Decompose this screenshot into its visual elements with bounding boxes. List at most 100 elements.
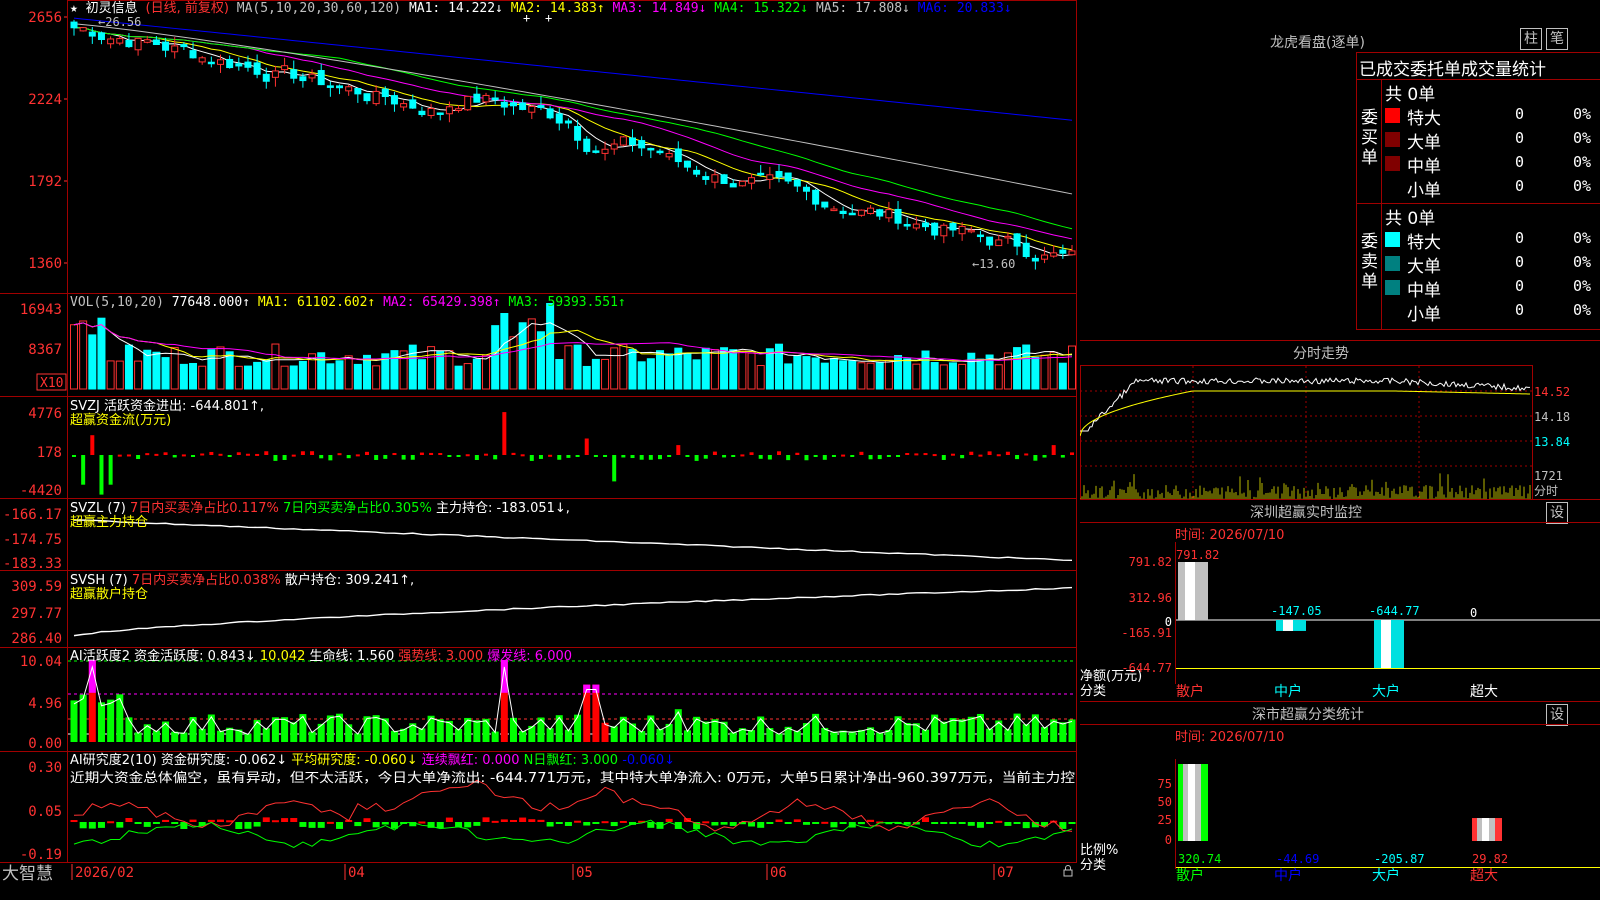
flow-bar [877,455,882,460]
flow-bar [163,452,168,455]
research-bar [702,821,710,824]
volume-bar [509,336,518,390]
candle-body [189,50,197,59]
volume-bar [390,350,399,390]
candle-body [1041,254,1049,260]
research-bars[interactable] [70,817,1076,830]
research-bar [583,822,591,826]
order-row: 小单 0 0% [1385,176,1599,201]
price-ticks [64,16,67,264]
activity-bar [363,716,371,742]
lock-icon[interactable] [1063,865,1073,877]
price-tick: 2224 [28,92,62,108]
volume-bar [335,360,344,390]
flow-bar [90,435,95,455]
sz-stat-panel[interactable]: 深市超赢分类统计 设 时间: 2026/07/10 75 50 25 0 320.74… [1080,704,1600,900]
candle-body [894,208,902,224]
activity-bar [748,730,756,742]
flow-bar [291,454,296,457]
activity-bar [674,709,682,742]
activity-bar [711,719,719,742]
research-bar [775,819,783,822]
research-bar [436,822,444,829]
order-count: 0 [1515,129,1525,147]
research-bar [995,820,1003,823]
volume-bar [482,354,491,390]
volume-bar [784,363,793,390]
volume-bars[interactable] [70,303,1076,390]
volume-bar [747,352,756,390]
research-bar [748,822,756,827]
date-tick: 06 [770,865,787,881]
svzl-subtitle: 超赢主力持仓 [70,514,148,530]
flow-bar [694,455,699,461]
ma5-value: MA5: 17.808↓ [816,1,910,16]
retail-holding-line [73,586,1073,637]
research-bar [619,820,627,823]
research-bar [812,822,820,824]
lhb-buy-section: 委买单 共 0单 特大 0 0% 大单 0 0% 中单 0 0% 小单 0 0% [1357,79,1600,204]
volume-bar [298,360,307,390]
flow-bar [1070,452,1074,455]
intraday-panel[interactable]: 分时走势 14.52 14.18 13.84 1721 分时 [1080,340,1600,500]
sell-section-divider [1381,204,1382,330]
candle-body [775,171,783,178]
research-bar [720,822,728,825]
main-chart-area[interactable]: 2656 2224 1792 1360 ←26.56 ←13.60 ★ 初灵信息… [0,0,1077,900]
candle-body [674,148,682,163]
research-bar [244,822,252,829]
flow-bar [1015,455,1020,460]
research-bar [592,822,600,824]
candle-body [482,94,490,103]
candle-body [235,63,243,67]
price-tick: 2656 [28,10,62,26]
activity-bar [372,715,380,742]
activity-bar [958,719,966,742]
sz-monitor-chart: 791.82 312.96 0 -165.91 -644.77 791.82 -147.0… [1080,522,1600,702]
tick-mode-button[interactable]: 笔 [1546,28,1568,50]
research-bar [290,817,298,822]
volume-bar [427,346,436,390]
research-bar [116,822,124,828]
candle-body [290,69,298,79]
capital-flow-bars[interactable] [72,412,1074,495]
research-bar [793,819,801,822]
research-bar [1004,822,1012,826]
research-bar [922,817,930,822]
research-bar [281,818,289,822]
candle-body [564,120,572,124]
research-bar [491,820,499,823]
flow-bar [758,455,763,459]
low-label: ←13.60 [972,257,1015,271]
sz-monitor-panel[interactable]: 深圳超赢实时监控 设 时间: 2026/07/10 791.82 312.96 0-… [1080,502,1600,702]
order-count: 0 [1515,177,1525,195]
volume-bar [500,313,509,390]
activity-bar [116,694,124,742]
sz-stat-category: 大户 [1372,867,1400,884]
flow-bar [996,454,1001,457]
candle-body [445,106,453,115]
flow-bar [593,455,598,457]
flow-bar [566,455,571,458]
research-bar [757,822,765,828]
volume-bar [1003,352,1012,390]
sz-stat-tick: 0 [1165,833,1172,847]
flow-bar [245,453,250,456]
candle-body [216,59,224,65]
flow-bar [978,454,983,457]
flow-bar [548,454,553,457]
bar-mode-button[interactable]: 柱 [1520,28,1542,50]
volume-bar [280,365,289,390]
candle-body [986,236,994,246]
research-bar [317,822,325,828]
svsh-subtitle: 超赢散户持仓 [70,586,148,602]
activity-bar [418,728,426,742]
candle-body [903,224,911,227]
volume-bar [939,364,948,390]
activity-bar [830,731,838,742]
price-tick: 1360 [28,256,62,272]
candle-body [784,172,792,182]
order-percent: 0% [1573,105,1592,123]
activity-bar [79,694,87,742]
flow-bar [777,451,782,455]
